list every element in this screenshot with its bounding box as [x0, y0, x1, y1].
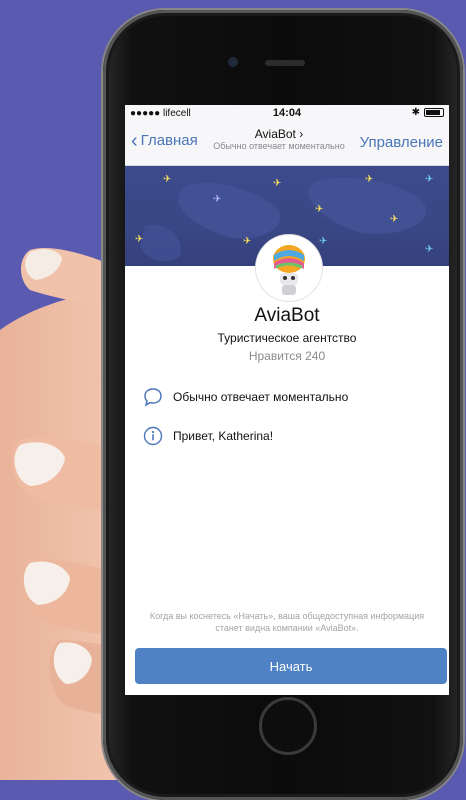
navigation-bar: ‹ Главная AviaBot › Обычно отвечает моме…	[125, 123, 449, 166]
plane-icon: ✈	[135, 234, 144, 245]
plane-icon: ✈	[319, 236, 328, 247]
plane-icon: ✈	[163, 174, 172, 185]
front-camera	[228, 57, 238, 67]
plane-icon: ✈	[243, 236, 252, 247]
info-icon	[143, 426, 163, 446]
back-button[interactable]: ‹ Главная	[131, 129, 198, 152]
status-bar: ●●●●● lifecell 14:04 ✱	[125, 105, 449, 123]
privacy-disclaimer: Когда вы коснетесь «Начать», ваша общедо…	[149, 611, 425, 633]
profile-category: Туристическое агентство	[217, 331, 357, 345]
robot-avatar-icon	[258, 237, 320, 299]
profile-likes: Нравится 240	[248, 349, 326, 363]
plane-icon: ✈	[273, 178, 282, 189]
nav-subtitle: Обычно отвечает моментально	[213, 141, 345, 151]
response-time-text: Обычно отвечает моментально	[173, 390, 349, 404]
status-right: ✱	[412, 107, 444, 118]
back-label: Главная	[140, 132, 198, 149]
info-row-response-time: Обычно отвечает моментально	[143, 387, 348, 407]
home-button[interactable]	[259, 697, 317, 755]
chat-bubble-icon	[144, 388, 162, 407]
plane-icon: ✈	[365, 174, 374, 185]
plane-icon: ✈	[390, 214, 399, 225]
earpiece-speaker	[265, 60, 305, 66]
plane-icon: ✈	[425, 244, 434, 255]
avatar[interactable]	[256, 235, 322, 301]
nav-title: AviaBot ›	[205, 127, 353, 141]
plane-icon: ✈	[213, 194, 222, 205]
plane-icon: ✈	[425, 174, 434, 185]
greeting-text: Привет, Katherina!	[173, 429, 274, 443]
info-row-greeting: Привет, Katherina!	[143, 426, 273, 446]
chevron-right-icon: ›	[299, 127, 304, 141]
start-button[interactable]: Начать	[135, 648, 447, 684]
status-time: 14:04	[272, 107, 302, 119]
manage-button[interactable]: Управление	[360, 134, 443, 151]
chevron-left-icon: ‹	[131, 129, 138, 152]
nav-title-text: AviaBot	[254, 127, 296, 141]
profile-name: AviaBot	[254, 305, 320, 326]
battery-icon	[424, 108, 444, 117]
phone-screen: ●●●●● lifecell 14:04 ✱ ‹ Главная AviaBot…	[125, 105, 449, 695]
plane-icon: ✈	[315, 204, 324, 215]
nav-title-block[interactable]: AviaBot › Обычно отвечает моментально	[205, 127, 353, 151]
bluetooth-icon: ✱	[411, 107, 420, 118]
